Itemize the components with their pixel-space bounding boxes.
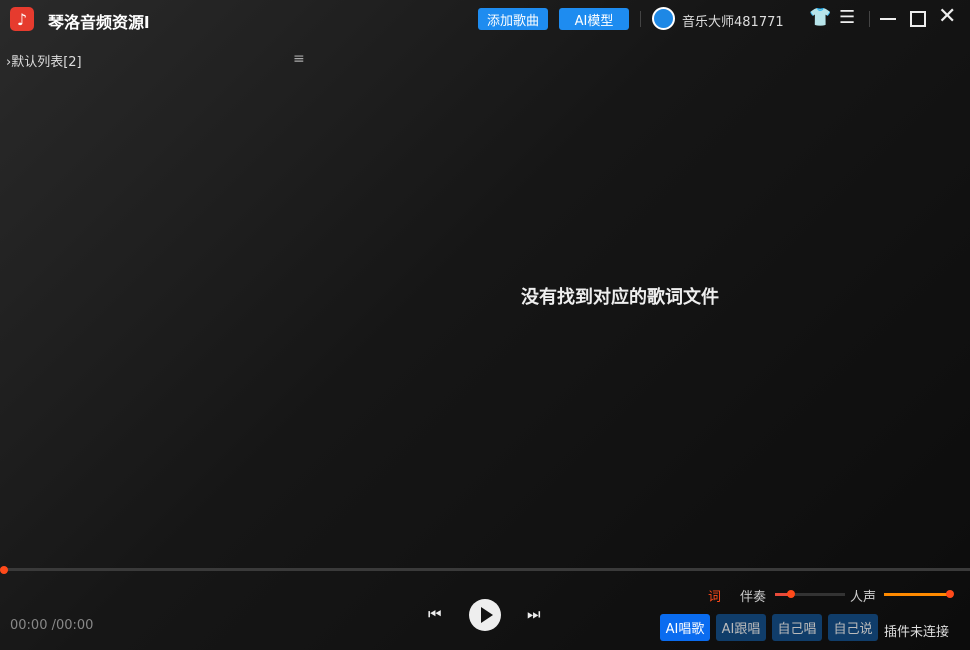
mode-self-speak[interactable]: 自己说	[828, 614, 878, 641]
plugin-status: 插件未连接	[884, 625, 950, 640]
username[interactable]: 音乐大师481771	[682, 11, 784, 30]
app-logo: ♪	[10, 7, 34, 31]
playlist-menu-icon[interactable]: ≡	[293, 51, 305, 67]
progress-bar[interactable]	[0, 568, 970, 571]
lyric-message: 没有找到对应的歌词文件	[521, 287, 719, 308]
total-time: /00:00	[51, 618, 94, 633]
menu-icon[interactable]: ☰	[839, 6, 855, 30]
vocal-handle[interactable]	[946, 590, 954, 598]
divider	[640, 11, 641, 27]
vocal-label: 人声	[850, 590, 877, 605]
accompaniment-label: 伴奏	[740, 590, 767, 605]
accompaniment-handle[interactable]	[787, 590, 795, 598]
lyric-toggle[interactable]: 词	[708, 586, 721, 605]
minimize-icon[interactable]	[880, 18, 896, 20]
maximize-icon[interactable]	[910, 11, 926, 27]
playlist-default[interactable]: ›默认列表[2]	[6, 51, 82, 70]
vocal-slider[interactable]	[884, 593, 950, 596]
add-song-button[interactable]: 添加歌曲	[478, 8, 548, 30]
close-icon[interactable]: ✕	[938, 5, 956, 29]
app-title: 琴洛音频资源l	[48, 13, 150, 32]
mode-self-sing[interactable]: 自己唱	[772, 614, 822, 641]
current-time: 00:00	[10, 618, 48, 633]
avatar[interactable]	[652, 7, 675, 30]
progress-handle[interactable]	[0, 566, 8, 574]
next-icon[interactable]: ⏭	[527, 605, 541, 623]
previous-icon[interactable]: ⏮	[428, 605, 442, 623]
playlist-label: 默认列表[2]	[11, 55, 82, 70]
mode-ai-sing[interactable]: AI唱歌	[660, 614, 710, 641]
ai-model-button[interactable]: AI模型	[559, 8, 629, 30]
divider	[869, 11, 870, 27]
time-display: 00:00 /00:00	[10, 618, 93, 633]
skin-tshirt-icon[interactable]: 👕	[809, 6, 831, 30]
play-button[interactable]	[469, 599, 501, 631]
mode-ai-follow[interactable]: AI跟唱	[716, 614, 766, 641]
